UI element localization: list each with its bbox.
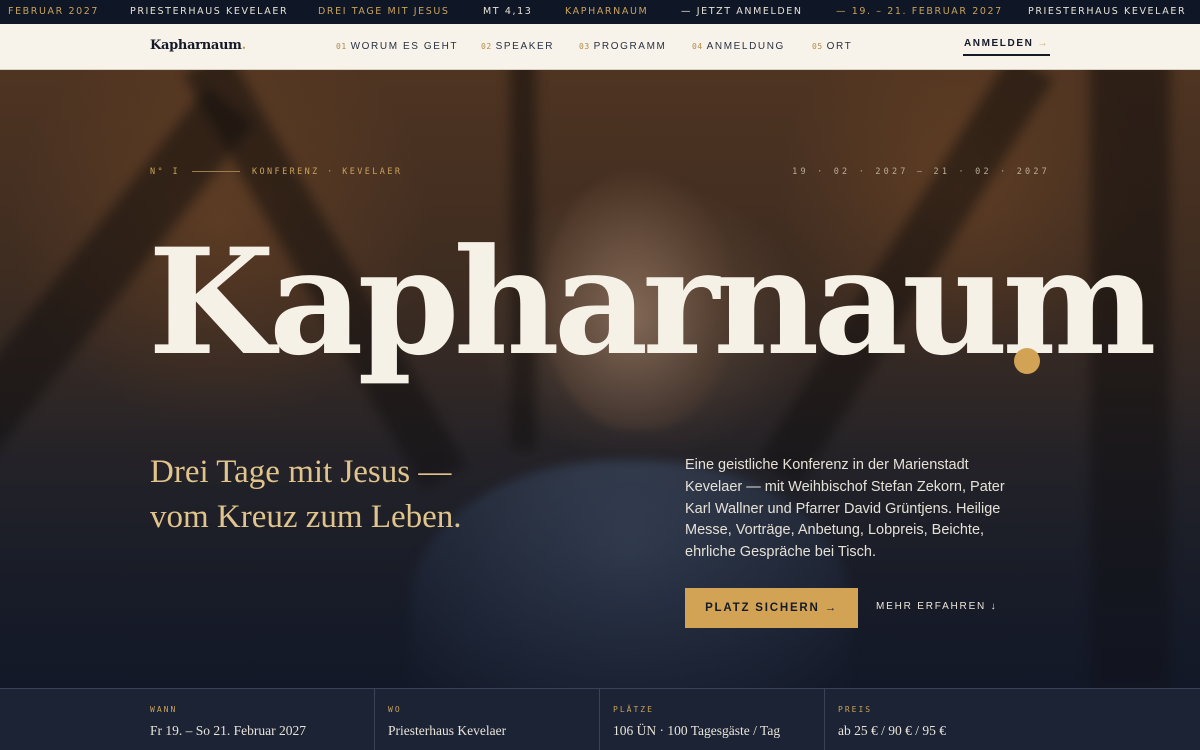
info-cell-wann: WANN Fr 19. – So 21. Februar 2027	[0, 689, 374, 750]
platz-sichern-button[interactable]: PLATZ SICHERN →	[685, 588, 858, 628]
hero-section: N° I KONFERENZ · KEVELAER 19 · 02 · 2027…	[0, 70, 1200, 688]
top-navigation: Kapharnaum. 01 Worum es geht 02 Speaker 03…	[0, 24, 1200, 70]
ticker-item: Drei Tage mit Jesus	[318, 6, 450, 17]
nav-link-number: 01	[336, 42, 347, 51]
nav-link-number: 02	[481, 42, 492, 51]
info-value: Fr 19. – So 21. Februar 2027	[150, 723, 306, 738]
brand-logo[interactable]: Kapharnaum.	[150, 38, 246, 53]
info-value: 106 ÜN · 100 Tagesgäste / Tag	[613, 723, 781, 738]
mehr-erfahren-link[interactable]: MEHR ERFAHREN ↓	[876, 601, 997, 612]
nav-link-label: Programm	[593, 41, 667, 52]
info-cell-plaetze: PLÄTZE 106 ÜN · 100 Tagesgäste / Tag	[599, 689, 824, 750]
nav-link-label: Ort	[826, 41, 853, 52]
ticker-item: Februar 2027	[8, 6, 100, 17]
nav-link-number: 05	[812, 42, 823, 51]
hero-tagline: Drei Tage mit Jesus — vom Kreuz zum Lebe…	[150, 450, 570, 540]
nav-link-programm[interactable]: 03 Programm	[579, 41, 666, 52]
info-cell-wo: WO Priesterhaus Kevelaer	[374, 689, 599, 750]
info-label: WO	[388, 705, 402, 714]
event-info-bar: WANN Fr 19. – So 21. Februar 2027 WO Pri…	[0, 688, 1200, 750]
hero-description: Eine geistliche Konferenz in der Mariens…	[685, 457, 1005, 561]
brand-name: Kapharnaum	[150, 38, 242, 53]
nav-link-label: Anmeldung	[706, 41, 785, 52]
info-label: PREIS	[838, 705, 873, 714]
ticker-bar: Februar 2027 Priesterhaus Kevelaer Drei …	[0, 0, 1200, 24]
nav-link-worum-es-geht[interactable]: 01 Worum es geht	[336, 41, 458, 52]
hero-headline: Kapharnaum	[148, 217, 1157, 388]
ticker-item: — Jetzt anmelden	[681, 6, 803, 17]
arrow-right-icon: →	[1037, 38, 1050, 49]
nav-link-label: Worum es geht	[350, 41, 459, 52]
tagline-line: Drei Tage mit Jesus —	[150, 454, 452, 490]
ticker-item: Priesterhaus Kevelaer	[130, 6, 289, 17]
nav-link-speaker[interactable]: 02 Speaker	[481, 41, 554, 52]
brand-dot: .	[241, 38, 247, 53]
ticker-item: Mt 4,13	[483, 6, 533, 17]
headline-dot	[1014, 348, 1040, 374]
anmelden-button[interactable]: ANMELDEN →	[963, 38, 1050, 56]
info-label: WANN	[150, 705, 178, 714]
info-value: ab 25 € / 90 € / 95 €	[838, 723, 946, 738]
event-dates: 19 · 02 · 2027 — 21 · 02 · 2027	[792, 167, 1050, 177]
info-value: Priesterhaus Kevelaer	[388, 723, 507, 738]
info-label: PLÄTZE	[613, 705, 654, 714]
nav-link-number: 04	[692, 42, 703, 51]
ticker-item: Kapharnaum	[565, 6, 649, 17]
eyebrow-divider	[192, 171, 240, 172]
nav-link-label: Speaker	[495, 41, 555, 52]
ticker-item: Priesterhaus Kevelaer	[1028, 6, 1187, 17]
info-cell-preis: PREIS ab 25 € / 90 € / 95 €	[824, 689, 1200, 750]
tagline-line: vom Kreuz zum Leben.	[150, 499, 462, 535]
ticker-item: — 19. – 21. Februar 2027	[836, 6, 1003, 17]
nav-link-ort[interactable]: 05 Ort	[812, 41, 852, 52]
edition-number: N° I	[150, 167, 181, 177]
anmelden-button-label: ANMELDEN	[963, 38, 1034, 49]
nav-link-number: 03	[579, 42, 590, 51]
nav-link-anmeldung[interactable]: 04 Anmeldung	[692, 41, 785, 52]
eyebrow-text: KONFERENZ · KEVELAER	[252, 167, 403, 177]
